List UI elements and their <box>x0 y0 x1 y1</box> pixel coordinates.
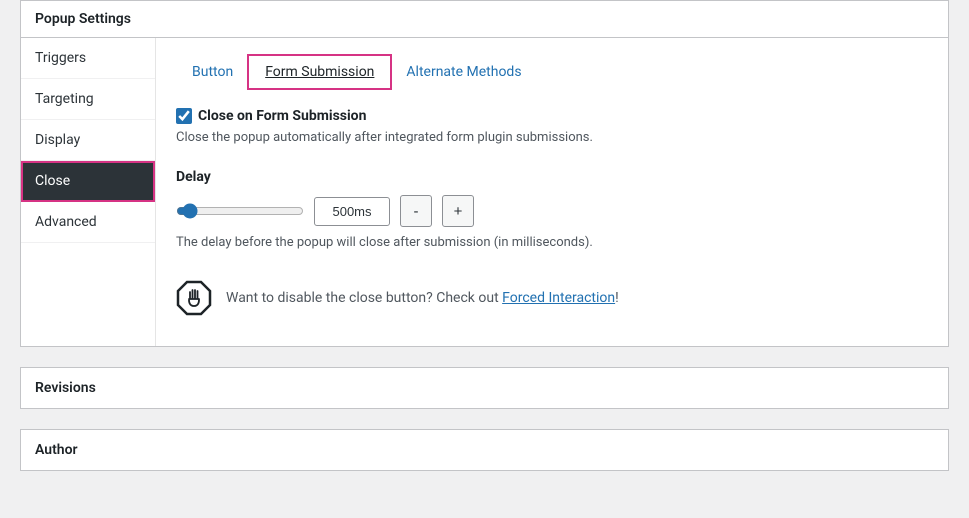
close-on-submit-field: Close on Form Submission Close the popup… <box>176 108 928 145</box>
settings-content: Button Form Submission Alternate Methods… <box>156 38 948 346</box>
popup-settings-panel: Popup Settings Triggers Targeting Displa… <box>20 0 949 347</box>
tab-alternate-methods[interactable]: Alternate Methods <box>390 56 537 88</box>
panel-title: Popup Settings <box>21 1 948 38</box>
tab-form-submission[interactable]: Form Submission <box>249 56 390 88</box>
settings-sidebar: Triggers Targeting Display Close Advance… <box>21 38 156 346</box>
sidebar-item-label: Targeting <box>35 91 94 107</box>
delay-value-input[interactable] <box>314 197 390 226</box>
delay-minus-button[interactable]: - <box>400 195 432 227</box>
stop-hand-icon <box>176 280 212 316</box>
callout-prefix: Want to disable the close button? Check … <box>226 290 502 306</box>
delay-field: Delay - + The delay before the popup wil… <box>176 169 928 250</box>
sidebar-item-label: Display <box>35 132 80 148</box>
revisions-panel[interactable]: Revisions <box>20 367 949 409</box>
delay-slider[interactable] <box>176 203 304 219</box>
callout-suffix: ! <box>615 290 619 306</box>
sidebar-item-label: Close <box>35 173 70 189</box>
revisions-title: Revisions <box>35 380 96 396</box>
close-on-submit-checkbox[interactable] <box>176 108 192 124</box>
sidebar-item-triggers[interactable]: Triggers <box>21 38 155 79</box>
delay-label: Delay <box>176 169 928 185</box>
sidebar-item-display[interactable]: Display <box>21 120 155 161</box>
tabs-row: Button Form Submission Alternate Methods <box>176 50 928 88</box>
sidebar-item-advanced[interactable]: Advanced <box>21 202 155 243</box>
sidebar-item-label: Advanced <box>35 214 97 230</box>
callout-text: Want to disable the close button? Check … <box>226 290 619 306</box>
forced-interaction-callout: Want to disable the close button? Check … <box>176 280 928 316</box>
close-on-submit-help: Close the popup automatically after inte… <box>176 130 928 145</box>
author-panel[interactable]: Author <box>20 429 949 471</box>
close-on-submit-label: Close on Form Submission <box>198 108 366 124</box>
delay-plus-button[interactable]: + <box>442 195 474 227</box>
delay-help: The delay before the popup will close af… <box>176 235 928 250</box>
sidebar-item-label: Triggers <box>35 50 86 66</box>
sidebar-item-close[interactable]: Close <box>21 161 155 202</box>
author-title: Author <box>35 442 78 458</box>
sidebar-item-targeting[interactable]: Targeting <box>21 79 155 120</box>
forced-interaction-link[interactable]: Forced Interaction <box>502 290 615 306</box>
tab-button[interactable]: Button <box>176 56 249 88</box>
